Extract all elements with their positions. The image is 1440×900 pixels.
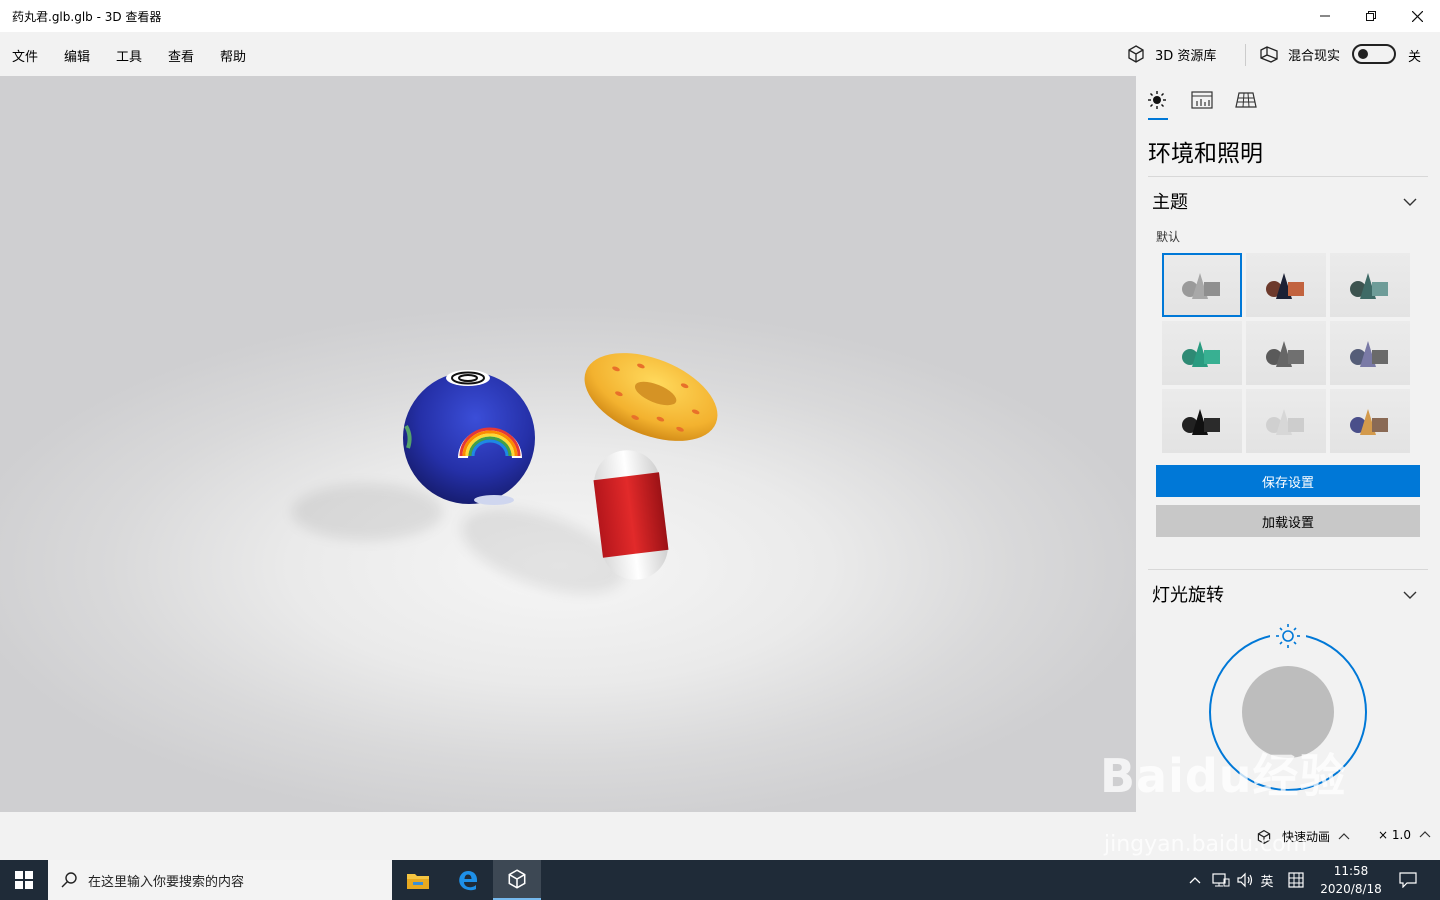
clock-date: 2020/8/18 [1320,882,1382,896]
network-icon [1212,873,1230,887]
theme-thumb-5[interactable] [1246,321,1326,385]
theme-thumb-7[interactable] [1162,389,1242,453]
theme-grid [1162,253,1410,453]
theme-preview-icon [1182,409,1220,435]
load-settings-button[interactable]: 加载设置 [1156,505,1420,537]
folder-icon [407,874,429,889]
toggle-knob [1358,49,1368,59]
donut-model[interactable] [578,344,724,450]
tab-grid[interactable] [1235,90,1257,110]
theme-preview-icon [1266,409,1304,435]
window-title: 药丸君.glb.glb - 3D 查看器 [12,10,162,24]
minimize-button[interactable] [1302,0,1348,32]
active-tab-indicator [1148,118,1168,120]
speed-selector[interactable]: × 1.0 [1378,828,1431,842]
volume-icon [1237,872,1253,888]
3d-library-button[interactable]: 3D 资源库 [1126,44,1216,64]
theme-selected-label: 默认 [1156,230,1181,244]
windows-logo-icon [15,871,33,889]
title-bar: 药丸君.glb.glb - 3D 查看器 [0,0,1440,32]
close-button[interactable] [1394,0,1440,32]
theme-preview-icon [1266,273,1304,299]
ball-model[interactable] [398,366,542,506]
theme-thumb-4[interactable] [1162,321,1242,385]
mixed-reality-button[interactable]: 混合现实 [1259,44,1340,64]
taskbar-3d-viewer[interactable] [493,860,541,900]
3d-viewer-app-icon [508,869,526,889]
speed-value: × 1.0 [1378,828,1411,842]
chevron-up-icon [1189,877,1201,884]
theme-thumb-8[interactable] [1246,389,1326,453]
theme-preview-icon [1182,273,1220,299]
baidu-watermark-url: jingyan.baidu.com [1104,832,1308,857]
environment-panel: 环境和照明 主题 默认 保存设置 加载设置 灯光旋转 [1136,76,1440,812]
taskbar: 在这里输入你要搜索的内容 英 11:58 2020/8/18 [0,860,1440,900]
theme-thumb-9[interactable] [1330,389,1410,453]
cube-icon [1128,45,1144,63]
divider [1148,176,1428,177]
panel-title: 环境和照明 [1148,141,1263,167]
light-rotation-section-title[interactable]: 灯光旋转 [1152,581,1224,607]
3d-library-label: 3D 资源库 [1155,48,1217,64]
menu-bar: 文件 编辑 工具 查看 帮助 3D 资源库 混合现实 关 [0,32,1440,76]
menu-view[interactable]: 查看 [168,46,194,65]
restore-button[interactable] [1348,0,1394,32]
close-icon [1411,10,1423,22]
edge-browser-icon [459,871,477,891]
taskbar-file-explorer[interactable] [394,860,442,900]
menu-file[interactable]: 文件 [12,46,38,65]
start-button[interactable] [0,860,48,900]
taskbar-clock[interactable]: 11:58 2020/8/18 [1316,862,1386,898]
taskbar-edge[interactable] [444,860,492,900]
tray-volume[interactable] [1234,860,1256,900]
minimize-icon [1320,15,1330,17]
theme-thumb-default[interactable] [1162,253,1242,317]
tab-stats[interactable] [1191,90,1213,110]
theme-preview-icon [1182,341,1220,367]
mixed-reality-label: 混合现实 [1288,48,1341,64]
toolbar-divider [1245,44,1246,66]
taskbar-search-box[interactable]: 在这里输入你要搜索的内容 [48,860,392,900]
search-icon [61,872,77,888]
chevron-down-icon[interactable] [1402,587,1418,603]
mixed-reality-icon [1260,46,1278,63]
sun-icon [1148,91,1166,109]
theme-section-title[interactable]: 主题 [1152,188,1188,214]
tray-network[interactable] [1210,860,1232,900]
tray-ime-mode[interactable]: 英 [1256,860,1278,900]
search-placeholder: 在这里输入你要搜索的内容 [88,874,245,890]
divider [1148,569,1428,570]
notification-icon [1399,872,1417,888]
theme-preview-icon [1350,341,1388,367]
menu-tools[interactable]: 工具 [116,46,142,65]
action-center-button[interactable] [1394,860,1422,900]
theme-thumb-6[interactable] [1330,321,1410,385]
menu-edit[interactable]: 编辑 [64,46,90,65]
theme-thumb-3[interactable] [1330,253,1410,317]
restore-icon [1366,11,1376,21]
save-settings-button[interactable]: 保存设置 [1156,465,1420,497]
toggle-state-label: 关 [1408,50,1422,65]
stats-chart-icon [1191,91,1213,109]
capsule-model[interactable] [584,442,678,588]
chevron-up-icon [1338,832,1350,839]
tab-environment[interactable] [1146,90,1168,110]
clock-time: 11:58 [1333,864,1369,878]
ime-keyboard-icon [1288,872,1304,888]
theme-preview-icon [1266,341,1304,367]
tray-ime-keyboard[interactable] [1284,860,1308,900]
mixed-reality-toggle[interactable] [1352,44,1396,64]
tray-overflow-button[interactable] [1186,860,1204,900]
chevron-up-icon [1419,831,1431,838]
chevron-down-icon[interactable] [1402,194,1418,210]
3d-viewport[interactable] [0,76,1136,812]
menu-help[interactable]: 帮助 [220,46,246,65]
theme-preview-icon [1350,409,1388,435]
theme-preview-icon [1350,273,1388,299]
baidu-watermark: Baidu经验 [1100,749,1347,803]
grid-icon [1235,92,1257,108]
theme-thumb-2[interactable] [1246,253,1326,317]
